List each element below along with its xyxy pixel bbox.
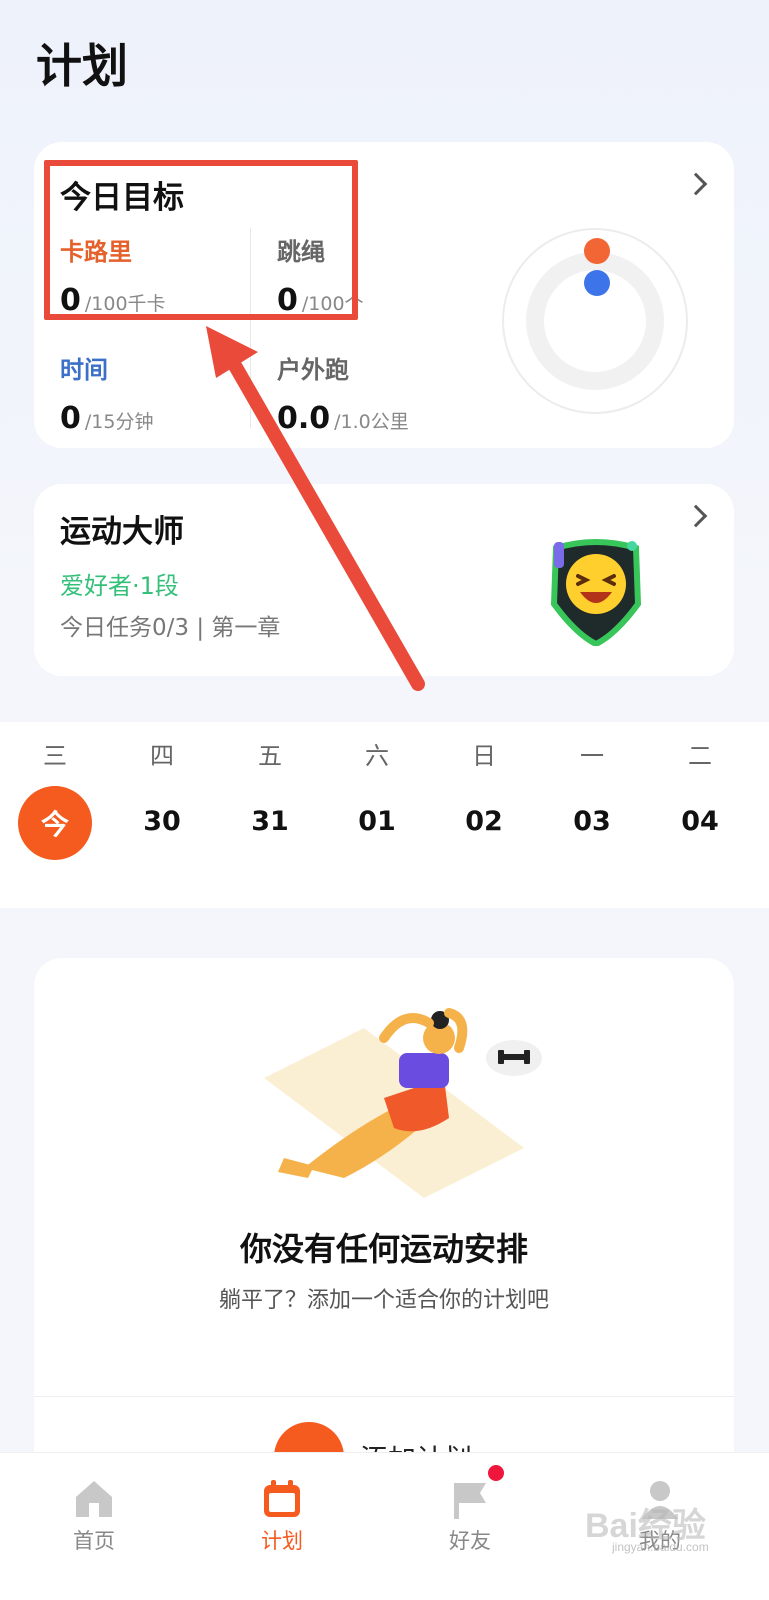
resting-person-illustration: [264, 1008, 542, 1198]
tab-label: 好友: [449, 1529, 491, 1553]
metric-target: /15分钟: [84, 411, 154, 433]
calendar-icon: [264, 1480, 300, 1517]
today-button[interactable]: 今: [18, 786, 92, 860]
metric-time: 时间 0/15分钟: [60, 350, 153, 436]
page-title: 计划: [36, 39, 128, 93]
tab-label: 计划: [261, 1529, 303, 1553]
metric-target: /1.0公里: [334, 411, 409, 433]
day-name: 二: [688, 742, 712, 770]
tab-home[interactable]: 首页: [34, 1453, 154, 1600]
day-number: 02: [465, 806, 503, 837]
sport-master-card[interactable]: 运动大师 爱好者·1段 今日任务0/3 | 第一章: [34, 484, 734, 676]
day-name: 六: [365, 742, 389, 770]
metric-value: 0: [60, 401, 81, 436]
tab-label: 首页: [73, 1529, 115, 1553]
chevron-right-icon[interactable]: [684, 172, 708, 196]
metric-label: 户外跑: [277, 356, 349, 384]
master-level: 爱好者·1段: [60, 572, 179, 600]
metric-outdoor-run: 户外跑 0.0/1.0公里: [277, 350, 409, 436]
day-name: 日: [472, 742, 496, 770]
notification-dot: [488, 1465, 504, 1481]
week-date-strip: 三 今 四 30 五 31 六 01 日 02 一 03 二 04: [0, 722, 769, 908]
progress-ring: [502, 228, 688, 414]
tab-plan[interactable]: 计划: [222, 1453, 342, 1600]
master-task-progress: 今日任务0/3 | 第一章: [60, 615, 281, 641]
day-number: 30: [143, 806, 181, 837]
calorie-progress-dot: [584, 238, 610, 264]
watermark-url: jingyan.baidu.com: [612, 1540, 709, 1554]
day-number: 04: [681, 806, 719, 837]
time-progress-dot: [584, 270, 610, 296]
day-number: 03: [573, 806, 611, 837]
laughing-badge-icon: [550, 539, 642, 646]
divider: [34, 1396, 734, 1397]
tab-friends[interactable]: 好友: [410, 1453, 530, 1600]
master-card-title: 运动大师: [60, 514, 184, 550]
home-icon: [76, 1481, 112, 1517]
metric-label: 时间: [60, 356, 108, 384]
day-number: 31: [251, 806, 289, 837]
day-name: 三: [43, 742, 67, 770]
flag-icon: [454, 1483, 486, 1519]
day-number: 01: [358, 806, 396, 837]
metric-value: 0.0: [277, 401, 331, 436]
highlight-box: [44, 160, 358, 320]
chevron-right-icon[interactable]: [684, 504, 708, 528]
empty-state-title: 你没有任何运动安排: [239, 1230, 528, 1268]
day-name: 一: [580, 742, 604, 770]
plan-list-card: 你没有任何运动安排 躺平了？添加一个适合你的计划吧 添加计划: [34, 958, 734, 1518]
empty-state-subtitle: 躺平了？添加一个适合你的计划吧: [218, 1288, 549, 1313]
day-name: 四: [150, 742, 174, 770]
day-name: 五: [258, 742, 282, 770]
